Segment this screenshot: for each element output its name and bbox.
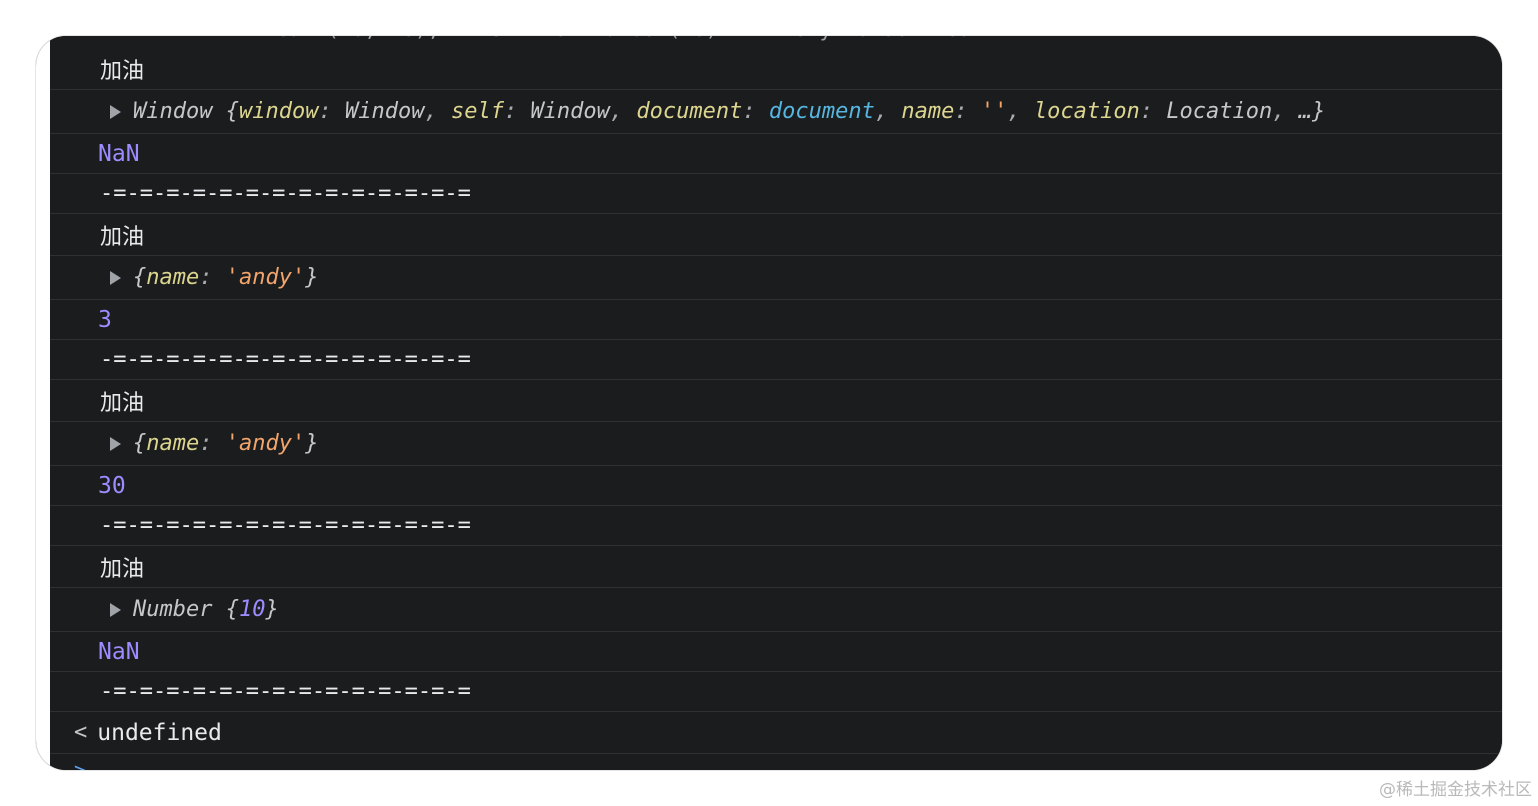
expand-triangle-icon[interactable] — [110, 104, 121, 119]
console-prompt[interactable]: > — [74, 758, 86, 770]
console-number: NaN — [50, 632, 1502, 672]
cut-top-line: fn.call(10, 20); this = new Number(10) x… — [50, 36, 1502, 44]
number-value: NaN — [98, 140, 140, 167]
return-arrow-icon: < — [74, 720, 88, 745]
console-separator: -=-=-=-=-=-=-=-=-=-=-=-=-=-= — [50, 672, 1502, 712]
console-separator: -=-=-=-=-=-=-=-=-=-=-=-=-=-= — [50, 174, 1502, 214]
console-separator: -=-=-=-=-=-=-=-=-=-=-=-=-=-= — [50, 506, 1502, 546]
console-number: 30 — [50, 466, 1502, 506]
console-object-row[interactable]: Number {10} — [50, 588, 1502, 632]
console-object-row[interactable]: {name: 'andy'} — [50, 256, 1502, 300]
console-number: 3 — [50, 300, 1502, 340]
console-message: 加油 — [50, 48, 1502, 90]
message-text: 加油 — [100, 224, 145, 250]
console-message: 加油 — [50, 546, 1502, 588]
watermark: @稀土掘金技术社区 — [1379, 780, 1532, 800]
message-text: 加油 — [100, 58, 145, 84]
number-value: NaN — [98, 638, 140, 665]
console-object-row[interactable]: Window {window: Window, self: Window, do… — [50, 90, 1502, 134]
return-value: undefined — [97, 719, 222, 746]
console-object-row[interactable]: {name: 'andy'} — [50, 422, 1502, 466]
expand-triangle-icon[interactable] — [110, 270, 121, 285]
console-panel: fn.call(10, 20); this = new Number(10) x… — [50, 36, 1502, 770]
expand-triangle-icon[interactable] — [110, 436, 121, 451]
separator-text: -=-=-=-=-=-=-=-=-=-=-=-=-=-= — [100, 181, 471, 206]
number-value: 30 — [98, 472, 126, 499]
message-text: 加油 — [100, 390, 145, 416]
separator-text: -=-=-=-=-=-=-=-=-=-=-=-=-=-= — [100, 347, 471, 372]
separator-text: -=-=-=-=-=-=-=-=-=-=-=-=-=-= — [100, 679, 471, 704]
console-message: 加油 — [50, 214, 1502, 256]
separator-text: -=-=-=-=-=-=-=-=-=-=-=-=-=-= — [100, 513, 471, 538]
console-separator: -=-=-=-=-=-=-=-=-=-=-=-=-=-= — [50, 340, 1502, 380]
number-value: 3 — [98, 306, 112, 333]
expand-triangle-icon[interactable] — [110, 602, 121, 617]
console-return-row: < undefined — [50, 712, 1502, 754]
console-number: NaN — [50, 134, 1502, 174]
console-window: fn.call(10, 20); this = new Number(10) x… — [36, 36, 1502, 770]
message-text: 加油 — [100, 556, 145, 582]
window-edge — [36, 36, 50, 770]
console-message: 加油 — [50, 380, 1502, 422]
